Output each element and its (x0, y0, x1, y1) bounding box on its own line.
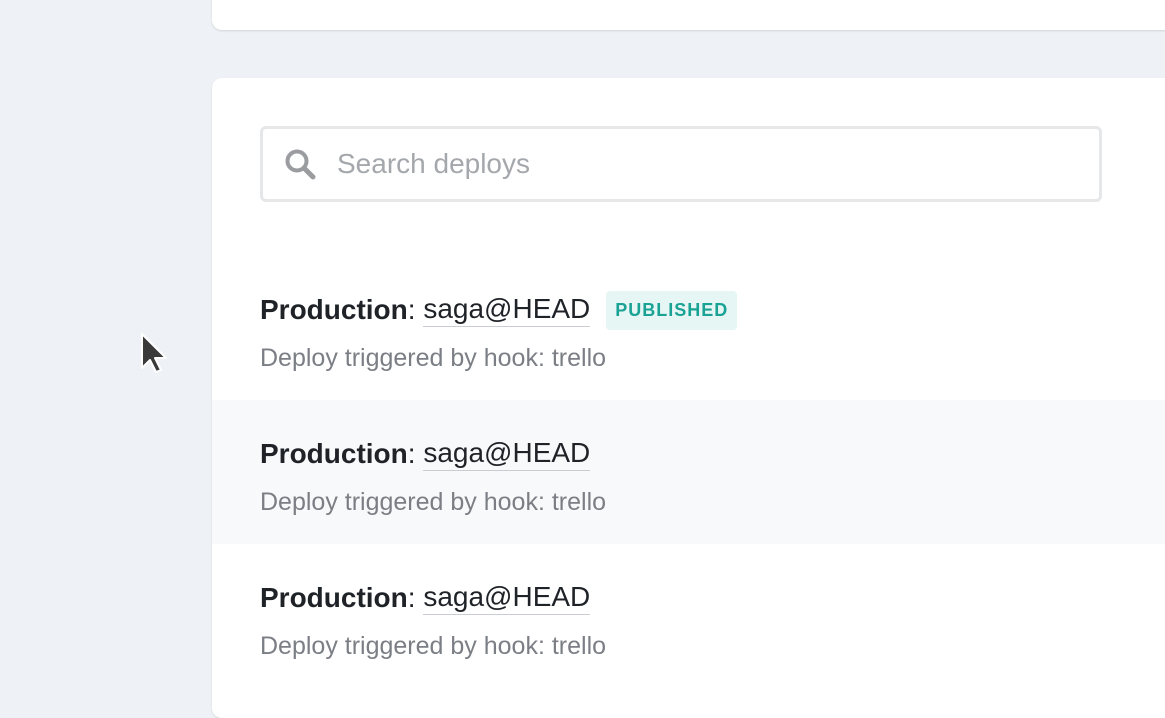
previous-panel-card (212, 0, 1165, 30)
deploy-title: Production: saga@HEAD (260, 572, 1165, 624)
deploy-ref-link[interactable]: saga@HEAD (423, 293, 591, 327)
deploy-list: Production: saga@HEAD PUBLISHED Deploy t… (212, 256, 1165, 688)
deploy-context: Production (260, 294, 408, 325)
search-box[interactable] (260, 126, 1102, 202)
deploy-list-item[interactable]: Production: saga@HEAD PUBLISHED Deploy t… (212, 256, 1165, 400)
deploy-context: Production (260, 438, 408, 469)
deploy-title: Production: saga@HEAD (260, 428, 1165, 480)
search-icon (285, 149, 316, 180)
deploys-panel: Production: saga@HEAD PUBLISHED Deploy t… (212, 78, 1165, 718)
deploy-list-item[interactable]: Production: saga@HEAD Deploy triggered b… (212, 544, 1165, 688)
deploy-message: Deploy triggered by hook: trello (260, 488, 607, 516)
deploy-ref-link[interactable]: saga@HEAD (423, 581, 591, 615)
deploy-separator: : (407, 294, 424, 325)
deploy-separator: : (407, 438, 424, 469)
deploy-message: Deploy triggered by hook: trello (260, 344, 607, 372)
deploy-message: Deploy triggered by hook: trello (260, 632, 607, 660)
deploy-title: Production: saga@HEAD PUBLISHED (260, 284, 1165, 336)
deploy-ref-link[interactable]: saga@HEAD (423, 437, 591, 471)
mouse-pointer-icon (141, 333, 167, 373)
deploy-list-item[interactable]: Production: saga@HEAD Deploy triggered b… (212, 400, 1165, 544)
deploy-separator: : (407, 582, 424, 613)
search-input[interactable] (337, 148, 1057, 180)
deploy-context: Production (260, 582, 408, 613)
status-badge: PUBLISHED (606, 290, 738, 330)
